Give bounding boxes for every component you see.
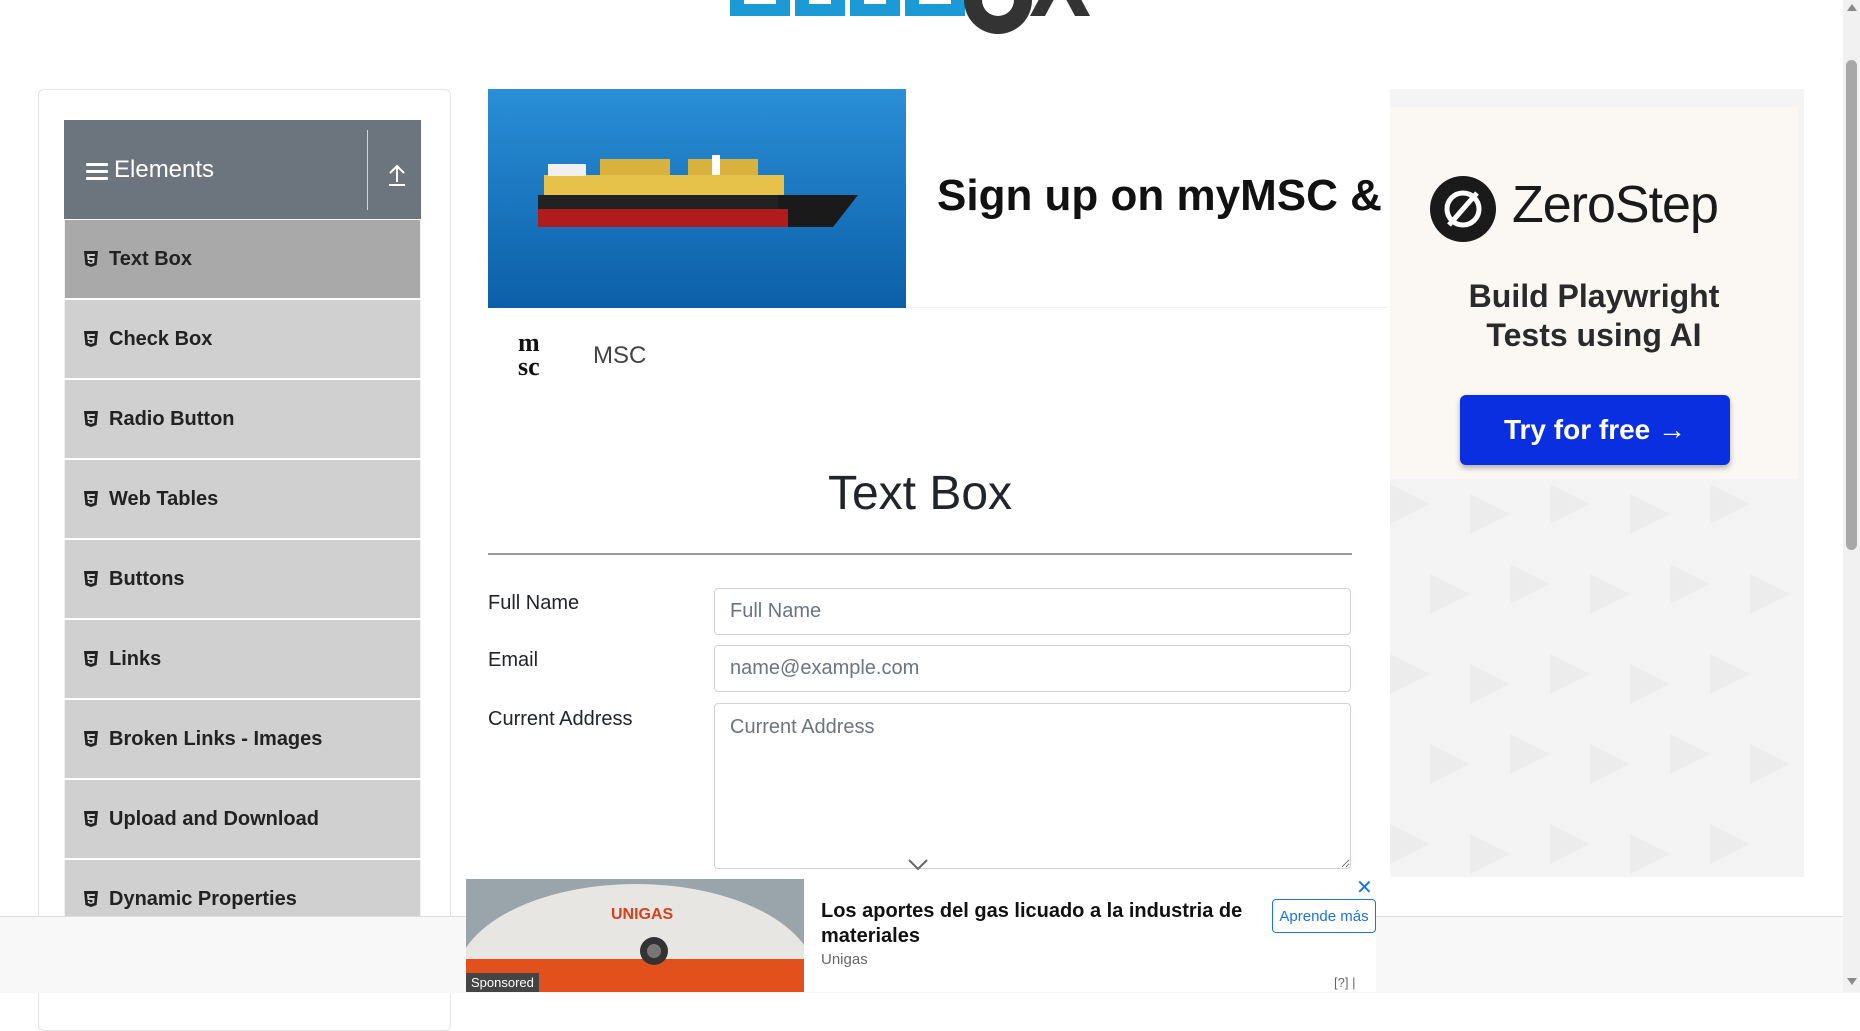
- sidebar-item-radio-button[interactable]: Radio Button: [64, 380, 421, 458]
- scroll-up-arrow-icon[interactable]: [1847, 4, 1857, 11]
- current-address-label: Current Address: [488, 708, 633, 730]
- ad-info-icon[interactable]: [?] |: [1334, 975, 1355, 990]
- sponsored-badge: Sponsored: [466, 973, 539, 992]
- sidebar-item-label: Web Tables: [109, 487, 219, 510]
- top-banner-ad[interactable]: Sign up on myMSC & B m sc MSC: [488, 89, 1388, 419]
- ad-headline[interactable]: Sign up on myMSC & B: [937, 171, 1387, 221]
- email-input[interactable]: [714, 645, 1351, 692]
- zerostep-ad-card[interactable]: ZeroStep Build Playwright Tests using AI…: [1390, 107, 1798, 479]
- html5-icon: [84, 251, 98, 267]
- hamburger-icon: [86, 163, 108, 181]
- html5-icon: [84, 891, 98, 907]
- bottom-ad-brand: Unigas: [821, 951, 868, 968]
- zerostep-logo-icon: [1430, 176, 1496, 242]
- collapse-icon[interactable]: [386, 162, 408, 188]
- header-divider: [367, 130, 368, 210]
- full-name-label: Full Name: [488, 592, 580, 614]
- sidebar-item-label: Radio Button: [109, 407, 235, 430]
- msc-logo: m sc: [518, 329, 540, 379]
- html5-icon: [84, 571, 98, 587]
- html5-icon: [84, 651, 98, 667]
- bottom-ad-close-icon[interactable]: ✕: [1356, 875, 1373, 900]
- title-divider: [488, 553, 1352, 555]
- toolsqa-logo[interactable]: [730, 0, 1130, 50]
- sidebar-item-upload-and-download[interactable]: Upload and Download: [64, 780, 421, 858]
- html5-icon: [84, 491, 98, 507]
- zerostep-brand: ZeroStep: [1512, 176, 1719, 234]
- sidebar-item-label: Links: [109, 647, 162, 670]
- sidebar-item-check-box[interactable]: Check Box: [64, 300, 421, 378]
- scrollbar-thumb[interactable]: [1846, 60, 1857, 550]
- sidebar-item-links[interactable]: Links: [64, 620, 421, 698]
- sidebar-item-text-box[interactable]: Text Box: [64, 220, 421, 298]
- right-sidebar-ad[interactable]: ZeroStep Build Playwright Tests using AI…: [1390, 89, 1804, 877]
- svg-text:sc: sc: [518, 352, 540, 379]
- html5-icon: [84, 731, 98, 747]
- sidebar-item-label: Broken Links - Images: [109, 727, 323, 750]
- try-for-free-button[interactable]: Try for free →: [1460, 395, 1730, 465]
- sidebar-item-label: Upload and Download: [109, 807, 319, 830]
- group-title: Elements: [114, 156, 215, 183]
- html5-icon: [84, 331, 98, 347]
- page-scrollbar[interactable]: [1843, 0, 1860, 992]
- sidebar-item-broken-links-images[interactable]: Broken Links - Images: [64, 700, 421, 778]
- sidebar-item-web-tables[interactable]: Web Tables: [64, 460, 421, 538]
- current-address-textarea[interactable]: [714, 703, 1351, 869]
- learn-more-button[interactable]: Aprende más: [1272, 899, 1376, 933]
- zerostep-tagline-line2: Tests using AI: [1486, 317, 1702, 353]
- zerostep-tagline-line1: Build Playwright: [1468, 278, 1720, 314]
- bottom-ad-headline[interactable]: Los aportes del gas licuado a la industr…: [821, 899, 1251, 949]
- advertiser-name: MSC: [593, 342, 647, 369]
- tank-logo-text: UNIGAS: [611, 906, 674, 923]
- sidebar-item-label: Text Box: [109, 247, 192, 270]
- elements-group-header[interactable]: Elements: [64, 120, 421, 219]
- ad-divider: [906, 307, 1386, 308]
- page-title: Text Box: [827, 467, 1013, 520]
- sidebar-item-buttons[interactable]: Buttons: [64, 540, 421, 618]
- scroll-down-arrow-icon[interactable]: [1847, 978, 1857, 985]
- chevron-down-icon[interactable]: [907, 858, 929, 872]
- sidebar-item-label: Buttons: [109, 567, 185, 590]
- sidebar-menu: Text Box Check Box Radio Button Web Tables B…: [64, 220, 421, 940]
- zerostep-tagline: Build Playwright Tests using AI: [1390, 277, 1798, 355]
- sidebar-item-label: Check Box: [109, 327, 213, 350]
- sidebar-item-label: Dynamic Properties: [109, 887, 297, 910]
- html5-icon: [84, 811, 98, 827]
- email-label: Email: [488, 649, 539, 671]
- html5-icon: [84, 411, 98, 427]
- bottom-ad[interactable]: UNIGAS Sponsored Los aportes del gas lic…: [466, 877, 1376, 992]
- ad-background-pattern: [1390, 484, 1804, 877]
- full-name-input[interactable]: [714, 588, 1351, 635]
- ship-image: [488, 89, 906, 308]
